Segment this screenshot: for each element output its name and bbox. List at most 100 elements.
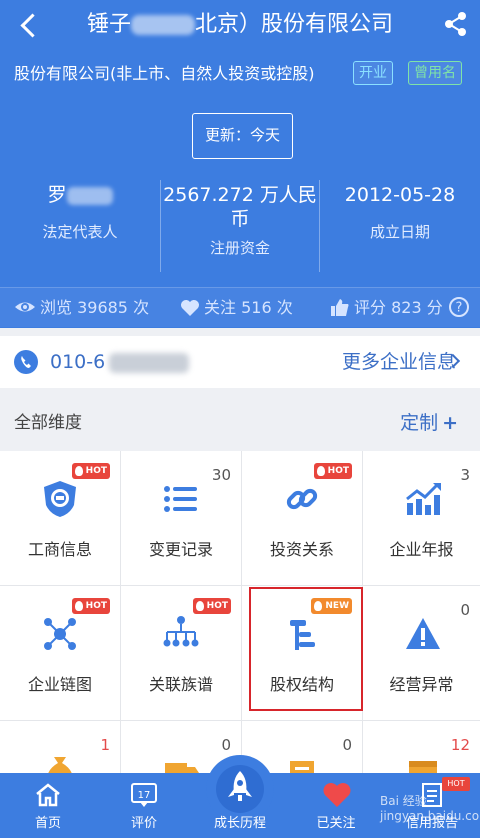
count-badge: 0 [221, 736, 231, 754]
grid-item-label: 关联族谱 [148, 675, 213, 694]
phone-number[interactable]: 010-6 [50, 348, 190, 376]
tree-icon [161, 614, 201, 654]
equity-structure-icon [282, 614, 322, 654]
count-badge: 0 [342, 736, 352, 754]
views-stat: 浏览 39685 次 [14, 296, 149, 320]
title-bar: 锤子 北京）股份有限公司 [0, 0, 480, 52]
grid-item-label: 工商信息 [27, 540, 92, 559]
grid-item-label: 企业年报 [389, 540, 454, 559]
svg-text:?: ? [455, 301, 462, 316]
key-info: 罗 法定代表人 2567.272 万人民 币 注册资金 2012-05-28 成… [0, 180, 480, 272]
hot-badge: HOT [71, 463, 110, 479]
plus-icon: + [442, 412, 458, 434]
capital-label: 注册资金 [209, 239, 270, 257]
customize-label: 定制 [400, 412, 439, 434]
heart-icon [180, 298, 204, 317]
nav-growth-history[interactable]: 成长历程 [192, 773, 288, 838]
nav-home[interactable]: 首页 [0, 773, 96, 838]
stats-row: 浏览 39685 次 关注 516 次 评分 823 分 ? [0, 287, 480, 327]
grid-item-annual-report[interactable]: 3 企业年报 [363, 451, 480, 585]
grid-item-company-graph[interactable]: HOT 企业链图 [0, 586, 120, 720]
grid-item-label: 企业链图 [27, 675, 92, 694]
grid-item-investment[interactable]: HOT 投资关系 [242, 451, 362, 585]
count-badge: 3 [460, 466, 470, 484]
legal-representative[interactable]: 罗 法定代表人 [0, 180, 160, 272]
hot-badge: HOT [313, 463, 352, 479]
follows-text: 关注 516 次 [204, 298, 293, 317]
company-type-row: 股份有限公司(非上市、自然人投资或控股) 开业 曾用名 [0, 60, 480, 88]
hot-badge: HOT [442, 777, 470, 791]
capital-value: 2567.272 万人民 币 [161, 183, 319, 231]
phone-icon[interactable] [14, 350, 38, 374]
established-value: 2012-05-28 [344, 184, 456, 206]
page-title: 锤子 北京）股份有限公司 [60, 10, 420, 40]
count-badge: 12 [450, 736, 470, 754]
grid-item-business-info[interactable]: HOT 工商信息 [0, 451, 120, 585]
review-icon: 17 [130, 781, 158, 809]
grid-item-equity-structure[interactable]: NEW 股权结构 [242, 586, 362, 720]
grid-item-row3-4[interactable]: 12 [363, 721, 480, 773]
network-icon [40, 614, 80, 654]
back-button[interactable] [16, 10, 46, 40]
count-badge: 30 [211, 466, 231, 484]
grid-item-row3-1[interactable]: 1 [0, 721, 120, 773]
count-badge: 0 [460, 601, 470, 619]
capital-value-line2: 币 [230, 208, 250, 230]
share-icon[interactable] [442, 10, 470, 38]
follows-stat: 关注 516 次 [180, 296, 293, 320]
dimension-grid: HOT 工商信息 30 变更记录 HOT 投资关系 3 企业年报 HOT 企业链… [0, 451, 480, 773]
dimensions-header: 全部维度 定制 + [0, 398, 480, 450]
company-type: 股份有限公司(非上市、自然人投资或控股) [14, 64, 315, 83]
help-icon[interactable]: ? [448, 297, 474, 317]
trend-chart-icon [403, 479, 443, 519]
watermark: Bai 经验 jingyan.baidu.com [380, 794, 480, 823]
count-badge: 1 [100, 736, 110, 754]
new-badge: NEW [311, 598, 352, 614]
grid-item-label: 股权结构 [269, 675, 334, 694]
grid-item-family-tree[interactable]: HOT 关联族谱 [121, 586, 241, 720]
rating-stat: 评分 823 分 ? [330, 296, 474, 320]
nav-review[interactable]: 17 评价 [96, 773, 192, 838]
customize-button[interactable]: 定制 + [400, 409, 458, 437]
legal-rep-name: 罗 [47, 184, 67, 206]
grid-item-label: 投资关系 [269, 540, 334, 559]
grid-item-label: 变更记录 [148, 540, 213, 559]
capital-value-line1: 2567.272 万人民 [163, 184, 317, 206]
phone-row[interactable]: 010-6 更多企业信息 [0, 336, 480, 388]
list-icon [161, 479, 201, 519]
redacted-text [131, 15, 195, 35]
update-button[interactable]: 更新：今天 [192, 113, 293, 159]
grid-item-abnormal-operation[interactable]: 0 经营异常 [363, 586, 480, 720]
nav-label: 已关注 [316, 816, 356, 831]
home-icon [34, 781, 62, 809]
emblem-icon [40, 479, 80, 519]
views-text: 浏览 39685 次 [40, 298, 150, 317]
redacted-text [66, 186, 113, 205]
legal-rep-label: 法定代表人 [42, 223, 118, 241]
nav-label: 评价 [130, 816, 157, 831]
title-suffix: 北京）股份有限公司 [195, 12, 394, 37]
registered-capital: 2567.272 万人民 币 注册资金 [160, 180, 320, 272]
nav-followed[interactable]: 已关注 [288, 773, 384, 838]
section-title: 全部维度 [14, 413, 82, 433]
hot-badge: HOT [192, 598, 231, 614]
company-header: 锤子 北京）股份有限公司 股份有限公司(非上市、自然人投资或控股) 开业 曾用名 … [0, 0, 480, 328]
nav-label: 首页 [34, 816, 61, 831]
status-badge-open: 开业 [353, 61, 393, 85]
review-icon-number: 17 [138, 790, 151, 801]
thumbs-up-icon [330, 298, 354, 317]
more-company-info-link[interactable]: 更多企业信息 [342, 348, 456, 376]
document-icon [282, 749, 322, 773]
money-bag-icon [40, 749, 80, 773]
eye-icon [14, 298, 40, 317]
warning-icon [403, 614, 443, 654]
rating-text: 评分 823 分 [354, 298, 443, 317]
grid-item-label: 经营异常 [389, 675, 454, 694]
redacted-text [109, 352, 190, 373]
hot-badge: HOT [71, 598, 110, 614]
nav-label: 成长历程 [213, 816, 266, 831]
grid-item-change-records[interactable]: 30 变更记录 [121, 451, 241, 585]
phone-number-prefix: 010-6 [50, 351, 106, 373]
truck-icon [161, 749, 201, 773]
former-name-tag[interactable]: 曾用名 [408, 61, 462, 85]
